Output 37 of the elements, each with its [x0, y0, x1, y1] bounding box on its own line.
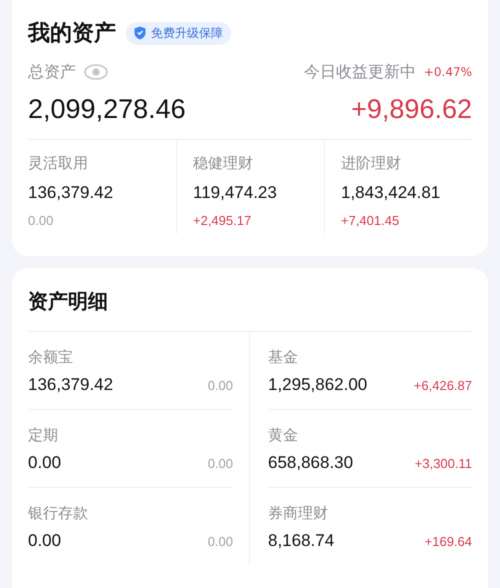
- today-rate: +0.47%: [424, 65, 472, 79]
- category-label: 灵活取用: [28, 154, 89, 173]
- asset-change: +169.64: [424, 534, 472, 549]
- category-value: 119,474.23: [193, 183, 278, 203]
- asset-change: 0.00: [208, 534, 233, 549]
- category-value: 136,379.42: [28, 183, 114, 203]
- asset-change: +3,300.11: [414, 456, 472, 471]
- asset-change: +6,426.87: [414, 378, 472, 393]
- asset-label: 基金: [268, 348, 299, 367]
- asset-value: 0.00: [28, 531, 62, 551]
- today-label: 今日收益更新中: [304, 62, 416, 82]
- asset-value: 658,868.30: [268, 453, 354, 473]
- shield-icon: [134, 26, 146, 40]
- card-title: 我的资产: [28, 20, 116, 48]
- asset-label: 定期: [28, 426, 59, 445]
- asset-label: 余额宝: [28, 348, 74, 367]
- section-title: 资产明细: [28, 288, 472, 332]
- asset-label: 券商理财: [268, 504, 329, 523]
- asset-change: 0.00: [208, 456, 233, 471]
- asset-value: 8,168.74: [268, 531, 334, 551]
- eye-icon[interactable]: [84, 64, 108, 80]
- category-change: +2,495.17: [193, 213, 252, 228]
- total-value: 2,099,278.46: [28, 94, 186, 125]
- category-change: 0.00: [28, 213, 54, 228]
- asset-value: 1,295,862.00: [268, 375, 368, 395]
- category-label: 稳健理财: [193, 154, 254, 173]
- category-value: 1,843,424.81: [341, 183, 442, 203]
- category-change: +7,401.45: [341, 213, 400, 228]
- asset-change: 0.00: [208, 378, 233, 393]
- protection-badge[interactable]: 免费升级保障: [126, 22, 231, 44]
- asset-label: 银行存款: [28, 504, 89, 523]
- asset-label: 黄金: [268, 426, 299, 445]
- today-value: +9,896.62: [351, 94, 472, 125]
- total-label: 总资产: [28, 62, 76, 82]
- category-label: 进阶理财: [341, 154, 402, 173]
- asset-value: 136,379.42: [28, 375, 114, 395]
- asset-value: 0.00: [28, 453, 62, 473]
